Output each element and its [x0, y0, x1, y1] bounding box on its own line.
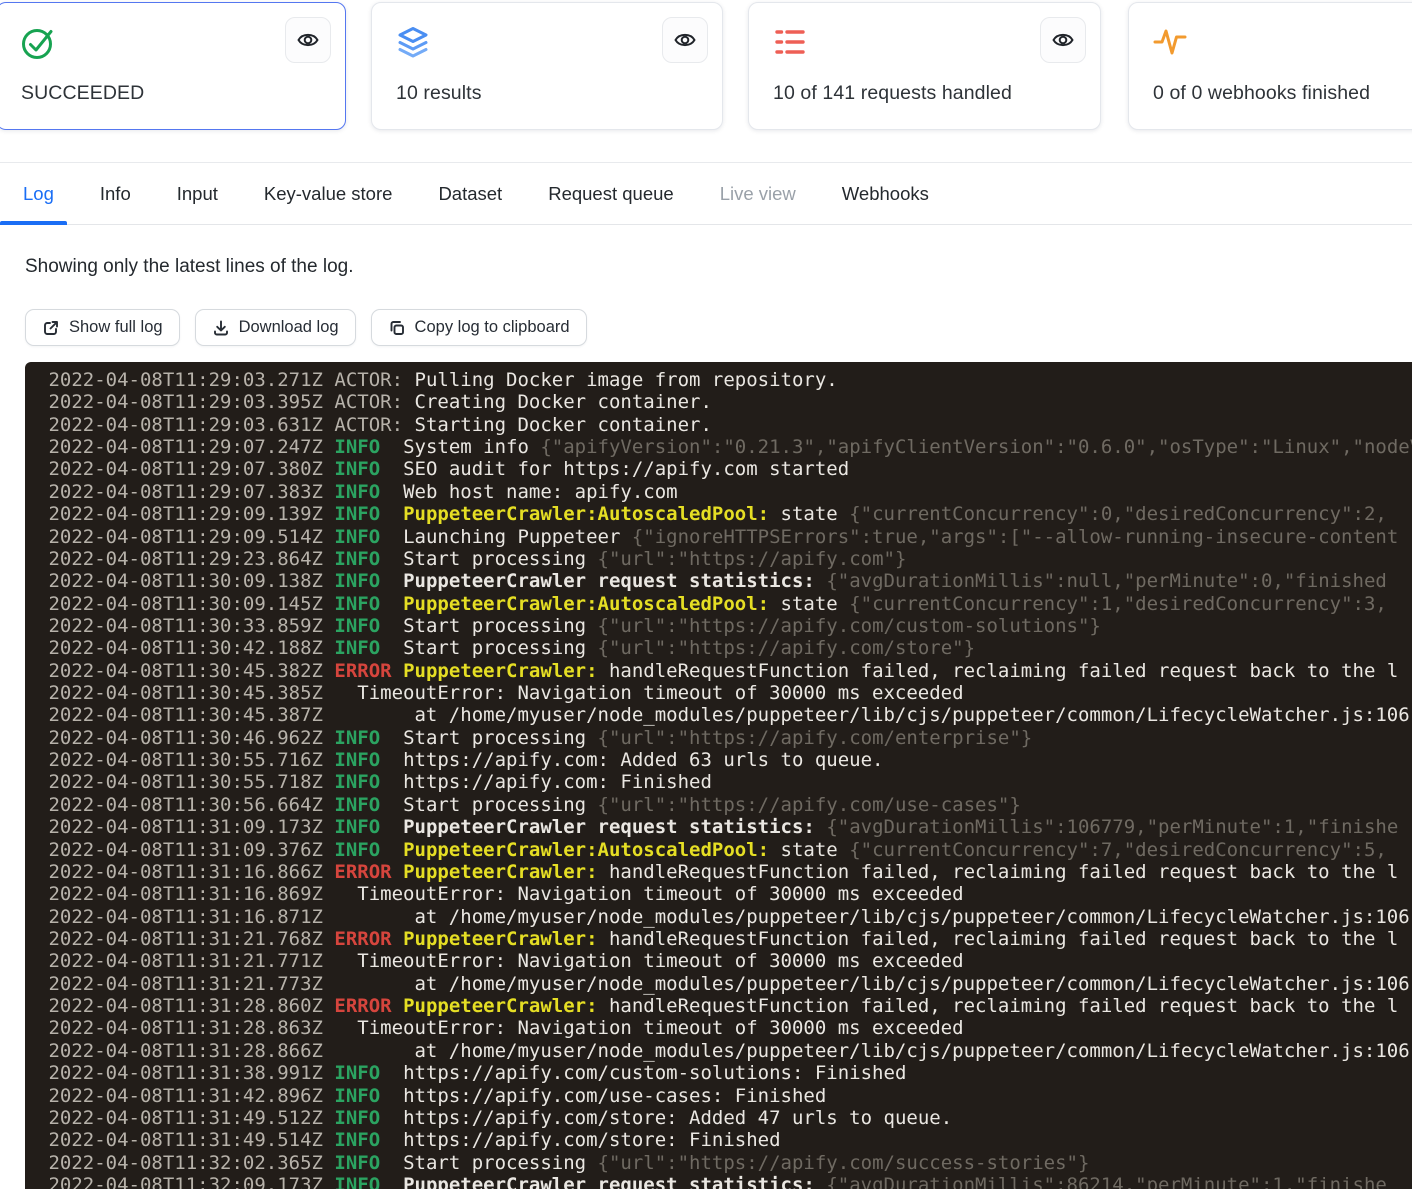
log-line: 2022-04-08T11:30:56.664Z INFO Start proc… [37, 794, 1412, 816]
log-line: 2022-04-08T11:31:21.768Z ERROR Puppeteer… [37, 928, 1412, 950]
show-full-log-label: Show full log [69, 318, 163, 337]
check-circle-icon [19, 23, 57, 61]
log-line: 2022-04-08T11:31:28.863Z TimeoutError: N… [37, 1017, 1412, 1039]
view-results-button[interactable] [662, 17, 708, 63]
log-line: 2022-04-08T11:31:28.866Z at /home/myuser… [37, 1040, 1412, 1062]
layers-icon [394, 23, 432, 61]
log-line: 2022-04-08T11:31:21.773Z at /home/myuser… [37, 973, 1412, 995]
webhooks-finished-label: 0 of 0 webhooks finished [1153, 82, 1370, 105]
status-card-requests[interactable]: 10 of 141 requests handled [748, 2, 1101, 130]
eye-icon [296, 28, 320, 52]
log-actions: Show full log Download log Copy log to c… [25, 309, 587, 346]
requests-handled-label: 10 of 141 requests handled [773, 82, 1012, 105]
tab-live-view: Live view [711, 163, 805, 224]
log-line: 2022-04-08T11:31:28.860Z ERROR Puppeteer… [37, 995, 1412, 1017]
status-card-results[interactable]: 10 results [371, 2, 723, 130]
log-line: 2022-04-08T11:31:16.866Z ERROR Puppeteer… [37, 861, 1412, 883]
log-line: 2022-04-08T11:31:16.871Z at /home/myuser… [37, 906, 1412, 928]
log-line: 2022-04-08T11:30:45.382Z ERROR Puppeteer… [37, 660, 1412, 682]
tab-webhooks[interactable]: Webhooks [833, 163, 938, 224]
eye-icon [673, 28, 697, 52]
external-link-icon [42, 319, 60, 337]
log-line: 2022-04-08T11:30:55.718Z INFO https://ap… [37, 771, 1412, 793]
log-line: 2022-04-08T11:30:46.962Z INFO Start proc… [37, 727, 1412, 749]
log-line: 2022-04-08T11:31:38.991Z INFO https://ap… [37, 1062, 1412, 1084]
log-line: 2022-04-08T11:29:23.864Z INFO Start proc… [37, 548, 1412, 570]
log-line: 2022-04-08T11:29:09.514Z INFO Launching … [37, 526, 1412, 548]
copy-log-label: Copy log to clipboard [415, 318, 570, 337]
tab-key-value-store[interactable]: Key-value store [255, 163, 402, 224]
log-line: 2022-04-08T11:29:03.271Z ACTOR: Pulling … [37, 369, 1412, 391]
log-line: 2022-04-08T11:31:09.173Z INFO PuppeteerC… [37, 816, 1412, 838]
log-line: 2022-04-08T11:30:55.716Z INFO https://ap… [37, 749, 1412, 771]
log-line: 2022-04-08T11:32:09.173Z INFO PuppeteerC… [37, 1174, 1412, 1189]
log-line: 2022-04-08T11:31:16.869Z TimeoutError: N… [37, 883, 1412, 905]
tab-log[interactable]: Log [14, 163, 63, 224]
log-line: 2022-04-08T11:30:42.188Z INFO Start proc… [37, 637, 1412, 659]
eye-icon [1051, 28, 1075, 52]
log-note: Showing only the latest lines of the log… [25, 256, 353, 278]
log-viewer[interactable]: 2022-04-08T11:29:03.271Z ACTOR: Pulling … [25, 362, 1412, 1189]
log-line: 2022-04-08T11:32:02.365Z INFO Start proc… [37, 1152, 1412, 1174]
log-line: 2022-04-08T11:29:03.631Z ACTOR: Starting… [37, 414, 1412, 436]
log-line: 2022-04-08T11:31:21.771Z TimeoutError: N… [37, 950, 1412, 972]
log-line: 2022-04-08T11:30:45.387Z at /home/myuser… [37, 704, 1412, 726]
copy-icon [388, 319, 406, 337]
copy-log-button[interactable]: Copy log to clipboard [371, 309, 587, 346]
run-status-label: SUCCEEDED [21, 82, 144, 105]
list-icon [771, 23, 809, 61]
view-requests-button[interactable] [1040, 17, 1086, 63]
tab-request-queue[interactable]: Request queue [539, 163, 683, 224]
log-line: 2022-04-08T11:29:07.383Z INFO Web host n… [37, 481, 1412, 503]
log-line: 2022-04-08T11:30:09.138Z INFO PuppeteerC… [37, 570, 1412, 592]
log-line: 2022-04-08T11:30:09.145Z INFO PuppeteerC… [37, 593, 1412, 615]
pulse-icon [1151, 23, 1189, 61]
tab-input[interactable]: Input [168, 163, 227, 224]
log-line: 2022-04-08T11:31:09.376Z INFO PuppeteerC… [37, 839, 1412, 861]
status-card-webhooks[interactable]: 0 of 0 webhooks finished [1128, 2, 1412, 130]
log-line: 2022-04-08T11:31:42.896Z INFO https://ap… [37, 1085, 1412, 1107]
log-line: 2022-04-08T11:31:49.512Z INFO https://ap… [37, 1107, 1412, 1129]
log-line: 2022-04-08T11:29:03.395Z ACTOR: Creating… [37, 391, 1412, 413]
download-log-button[interactable]: Download log [195, 309, 356, 346]
results-count-label: 10 results [396, 82, 482, 105]
download-log-label: Download log [239, 318, 339, 337]
status-cards-row: SUCCEEDED 10 results [0, 0, 1412, 132]
view-status-button[interactable] [285, 17, 331, 63]
download-icon [212, 319, 230, 337]
show-full-log-button[interactable]: Show full log [25, 309, 180, 346]
log-line: 2022-04-08T11:29:09.139Z INFO PuppeteerC… [37, 503, 1412, 525]
tab-info[interactable]: Info [91, 163, 140, 224]
log-line: 2022-04-08T11:30:45.385Z TimeoutError: N… [37, 682, 1412, 704]
tab-dataset[interactable]: Dataset [429, 163, 511, 224]
status-card-run-status[interactable]: SUCCEEDED [0, 2, 346, 130]
log-line: 2022-04-08T11:31:49.514Z INFO https://ap… [37, 1129, 1412, 1151]
log-line: 2022-04-08T11:29:07.247Z INFO System inf… [37, 436, 1412, 458]
log-line: 2022-04-08T11:30:33.859Z INFO Start proc… [37, 615, 1412, 637]
run-tabs: Log Info Input Key-value store Dataset R… [0, 162, 1412, 225]
log-line: 2022-04-08T11:29:07.380Z INFO SEO audit … [37, 458, 1412, 480]
